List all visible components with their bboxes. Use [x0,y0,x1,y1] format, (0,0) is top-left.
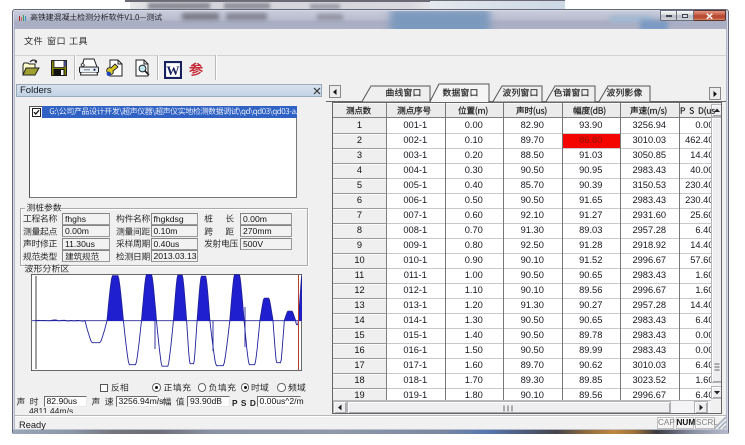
svg-text:W: W [167,63,180,78]
